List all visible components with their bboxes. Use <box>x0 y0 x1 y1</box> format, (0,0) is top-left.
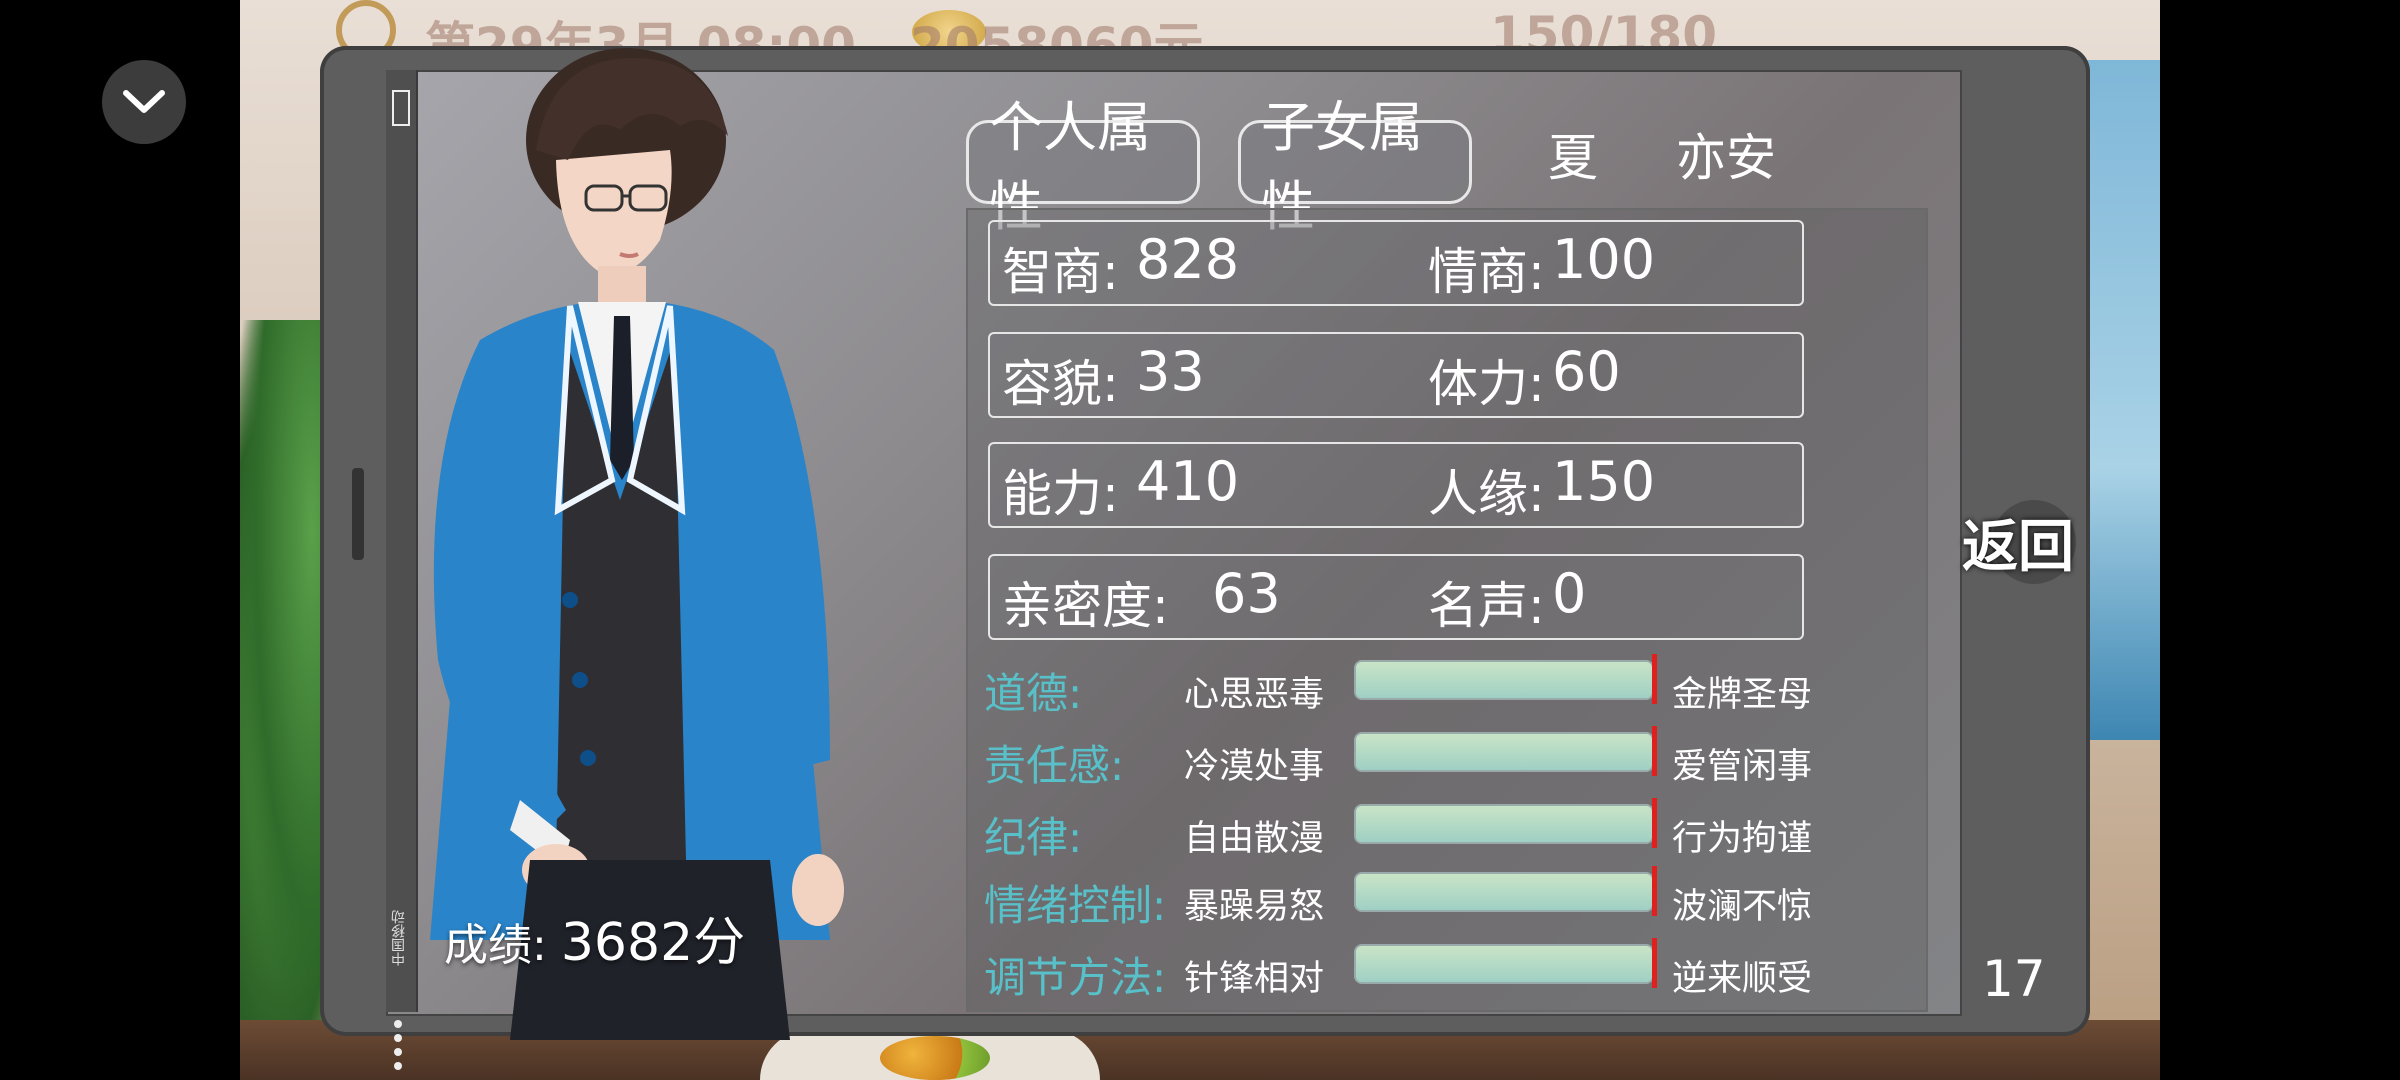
trait-bar-fill <box>1356 662 1652 698</box>
stat-label: 名声: <box>1428 577 1545 635</box>
tab-children-attributes[interactable]: 子女属性 <box>1238 96 1472 238</box>
score-display: 成绩: 3682分 <box>444 900 745 975</box>
character-given-name: 亦安 <box>1676 129 1776 187</box>
trait-coping-method: 调节方法: 针锋相对 逆来顺受 <box>984 938 1864 1004</box>
trait-marker <box>1652 726 1657 776</box>
character-surname: 夏 <box>1548 129 1598 187</box>
page-number: 17 <box>1982 950 2046 1008</box>
trait-low-label: 暴躁易怒 <box>1184 887 1325 927</box>
trait-low-label: 针锋相对 <box>1184 959 1325 999</box>
stat-row-iq-eq: 智商: 828 情商: 100 <box>988 220 1804 306</box>
stat-label: 亲密度: <box>1002 577 1169 635</box>
trait-bar <box>1354 660 1654 700</box>
trait-high-label: 金牌圣母 <box>1672 675 1813 715</box>
trait-name: 纪律: <box>984 813 1083 862</box>
stat-row-ability-popularity: 能力: 410 人缘: 150 <box>988 442 1804 528</box>
trait-discipline: 纪律: 自由散漫 行为拘谨 <box>984 798 1864 864</box>
trait-low-label: 冷漠处事 <box>1184 747 1325 787</box>
trait-bar-fill <box>1356 946 1652 982</box>
stat-row-looks-stamina: 容貌: 33 体力: 60 <box>988 332 1804 418</box>
trait-high-label: 波澜不惊 <box>1672 887 1813 927</box>
stat-label: 能力: <box>1002 465 1119 523</box>
trait-high-label: 逆来顺受 <box>1672 959 1813 999</box>
stat-value: 410 <box>1136 450 1240 513</box>
trait-marker <box>1652 798 1657 848</box>
stat-value: 0 <box>1552 562 1587 625</box>
trait-bar <box>1354 732 1654 772</box>
trait-responsibility: 责任感: 冷漠处事 爱管闲事 <box>984 726 1864 792</box>
tab-personal-attributes[interactable]: 个人属性 <box>966 96 1200 238</box>
trait-emotion-control: 情绪控制: 暴躁易怒 波澜不惊 <box>984 866 1864 932</box>
return-button-label: 返回 <box>1962 514 2074 580</box>
trait-bar <box>1354 944 1654 984</box>
collapse-button[interactable] <box>102 60 186 144</box>
trait-name: 情绪控制: <box>984 881 1167 930</box>
trait-marker <box>1652 938 1657 988</box>
stat-value: 828 <box>1136 228 1240 291</box>
stat-label: 容貌: <box>1002 355 1119 413</box>
trait-bar <box>1354 872 1654 912</box>
stat-label: 智商: <box>1002 243 1119 301</box>
return-button[interactable]: 返回 <box>1962 500 2076 584</box>
stat-value: 100 <box>1552 228 1656 291</box>
trait-name: 调节方法: <box>984 953 1167 1002</box>
stat-row-intimacy-fame: 亲密度: 63 名声: 0 <box>988 554 1804 640</box>
trait-low-label: 自由散漫 <box>1184 819 1325 859</box>
stat-value: 33 <box>1136 340 1205 403</box>
stat-label: 体力: <box>1428 355 1545 413</box>
trait-marker <box>1652 654 1657 704</box>
trait-high-label: 爱管闲事 <box>1672 747 1813 787</box>
trait-low-label: 心思恶毒 <box>1184 675 1325 715</box>
trait-name: 道德: <box>984 669 1083 718</box>
stat-value: 150 <box>1552 450 1656 513</box>
character-portrait <box>430 48 844 1040</box>
trait-bar <box>1354 804 1654 844</box>
trait-bar-fill <box>1356 806 1652 842</box>
stat-value: 63 <box>1212 562 1281 625</box>
stat-label: 情商: <box>1428 243 1545 301</box>
trait-high-label: 行为拘谨 <box>1672 819 1813 859</box>
chevron-down-icon <box>123 90 165 113</box>
stat-value: 60 <box>1552 340 1621 403</box>
stat-label: 人缘: <box>1428 465 1545 523</box>
trait-marker <box>1652 866 1657 916</box>
trait-bar-fill <box>1356 734 1652 770</box>
trait-bar-fill <box>1356 874 1652 910</box>
score-label: 成绩: <box>444 920 547 971</box>
trait-morality: 道德: 心思恶毒 金牌圣母 <box>984 654 1864 720</box>
trait-name: 责任感: <box>984 741 1125 790</box>
score-value: 3682分 <box>560 913 746 973</box>
